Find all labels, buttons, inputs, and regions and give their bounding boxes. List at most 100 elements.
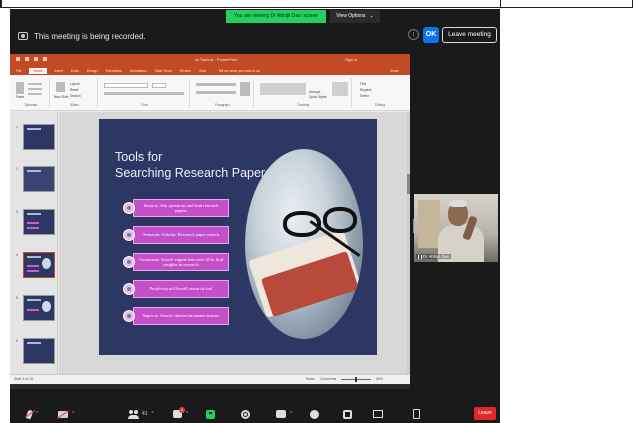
powerpoint-window: AI Tools.ai - PowerPoint Sign in File Ho… — [10, 54, 410, 384]
chevron-up-icon[interactable]: ^ — [72, 411, 74, 417]
glasses-books-photo[interactable] — [245, 149, 363, 339]
format-painter-icon[interactable] — [28, 93, 42, 95]
slide-thumbnail[interactable] — [23, 124, 55, 150]
tell-me-search[interactable]: Tell me what you want to do — [218, 69, 260, 73]
info-icon[interactable]: i — [408, 29, 419, 40]
participant-video-tile[interactable]: Dr Abhijit Das — [414, 194, 498, 262]
paste-icon[interactable] — [16, 82, 24, 94]
chevron-up-icon[interactable]: ^ — [36, 411, 38, 417]
record-button[interactable] — [241, 407, 250, 421]
user-name[interactable]: Sign in — [345, 57, 357, 62]
font-name-select[interactable] — [104, 83, 148, 88]
tab-transitions[interactable]: Transitions — [105, 69, 121, 73]
slide-title[interactable]: Tools for Searching Research Papers — [115, 149, 271, 181]
layout-button[interactable]: Layout — [70, 82, 80, 86]
zoom-slider[interactable] — [341, 376, 372, 382]
apps-button[interactable] — [343, 407, 352, 421]
tab-animations[interactable]: Animations — [130, 69, 147, 73]
whiteboard-button[interactable] — [373, 407, 383, 421]
chevron-up-icon[interactable]: ^ — [152, 411, 154, 417]
audio-level-icon — [418, 254, 422, 259]
thumb-photo — [42, 301, 51, 312]
save-icon[interactable] — [16, 57, 20, 61]
reactions-button[interactable] — [310, 407, 319, 421]
align-buttons[interactable] — [196, 91, 236, 94]
ribbon-group-label: Paragraph — [215, 103, 230, 107]
find-button[interactable]: Find — [360, 82, 366, 86]
slide-number: 6 — [16, 339, 18, 343]
chat-button[interactable]: 1 ^ — [173, 407, 188, 421]
tab-design[interactable]: Design — [87, 69, 98, 73]
thumb-title — [27, 128, 41, 130]
reactions-icon — [310, 409, 319, 419]
slide-thumbnail-pane: 1 2 3 4 5 6 — [10, 112, 58, 374]
notes-button[interactable]: Notes — [306, 377, 315, 381]
mute-button[interactable]: ^ — [24, 407, 38, 421]
share-button[interactable]: Share — [390, 69, 399, 73]
leave-meeting-button[interactable]: Leave meeting — [442, 27, 497, 43]
arrange-button[interactable]: Arrange — [309, 90, 320, 94]
zoom-level: 90% — [376, 377, 384, 381]
section-button[interactable]: Section — [70, 94, 81, 98]
captions-button[interactable]: ^ — [276, 407, 292, 421]
ok-button[interactable]: OK — [423, 27, 439, 43]
leave-button[interactable]: Leave — [474, 407, 496, 420]
new-slide-label[interactable]: New Slide — [54, 95, 68, 99]
slide-number: 4 — [16, 253, 18, 257]
chevron-up-icon[interactable]: ^ — [186, 411, 188, 417]
ribbon-group-label: Editing — [375, 103, 385, 107]
video-button[interactable]: ^ — [58, 407, 74, 421]
ppt-title-bar: AI Tools.ai - PowerPoint Sign in — [10, 54, 410, 66]
bullet-icon — [123, 202, 135, 214]
paste-label: Paste — [16, 95, 25, 99]
redo-icon[interactable] — [34, 57, 38, 61]
thumb-item — [27, 270, 39, 272]
tab-view[interactable]: View — [199, 69, 206, 73]
slide-thumbnail[interactable] — [23, 166, 55, 192]
tool-item[interactable]: Semantic Scholar: Research paper search — [123, 226, 229, 244]
tab-draw[interactable]: Draw — [71, 69, 79, 73]
view-options-button[interactable]: View Options ⌄ — [330, 9, 380, 23]
chevron-up-icon[interactable]: ^ — [290, 411, 292, 417]
tab-file[interactable]: File — [16, 69, 21, 73]
tab-home[interactable]: Home — [29, 67, 47, 74]
shapes-gallery[interactable] — [260, 83, 306, 95]
slide-thumbnail-selected[interactable] — [23, 252, 55, 278]
tool-item[interactable]: Jenni.ai: Ask questions and find researc… — [123, 199, 229, 217]
slide-thumbnail[interactable] — [23, 209, 55, 235]
tool-item[interactable]: Sapro.ai: Search citation/inclusion feat… — [123, 307, 229, 325]
list-buttons[interactable] — [196, 83, 236, 86]
slide-thumbnail[interactable] — [23, 295, 55, 321]
vertical-scrollbar[interactable] — [407, 112, 410, 374]
tool-item[interactable]: Consensus: Search engine that uses AI to… — [123, 253, 229, 271]
screenshot-frame: You are viewing Dr Abhijit Das' screen V… — [0, 0, 633, 423]
new-slide-icon[interactable] — [56, 82, 65, 92]
replace-button[interactable]: Replace — [360, 88, 372, 92]
undo-icon[interactable] — [25, 57, 29, 61]
slide-thumbnail[interactable] — [23, 338, 55, 364]
comments-button[interactable]: Comments — [320, 377, 336, 381]
recording-text: This meeting is being recorded. — [34, 31, 146, 41]
cut-icon[interactable] — [28, 83, 42, 85]
tab-review[interactable]: Review — [180, 69, 191, 73]
select-button[interactable]: Select — [360, 94, 369, 98]
camera-off-icon — [58, 410, 68, 418]
present-icon[interactable] — [43, 57, 47, 61]
font-size-select[interactable] — [152, 83, 166, 88]
notes-button[interactable] — [413, 407, 420, 421]
tab-insert[interactable]: Insert — [55, 69, 63, 73]
font-format-buttons[interactable] — [104, 92, 184, 95]
text-direction-icon[interactable] — [240, 82, 250, 96]
reset-button[interactable]: Reset — [70, 88, 78, 92]
thumb-item — [27, 309, 39, 311]
copy-icon[interactable] — [28, 88, 42, 90]
tab-slide-show[interactable]: Slide Show — [155, 69, 172, 73]
share-screen-button[interactable] — [206, 407, 215, 421]
ribbon-group-drawing: Arrange Quick Styles Drawing — [256, 78, 352, 108]
tool-text: Semantic Scholar: Research paper search — [133, 226, 229, 244]
shape-fill-buttons[interactable] — [332, 82, 348, 96]
current-slide[interactable]: Tools for Searching Research Papers Jenn… — [99, 119, 377, 355]
tool-item[interactable]: Perplexity.ai:Overall research tool — [123, 280, 229, 298]
quick-styles-button[interactable]: Quick Styles — [309, 95, 327, 99]
participants-button[interactable]: 41 ^ — [128, 407, 154, 421]
